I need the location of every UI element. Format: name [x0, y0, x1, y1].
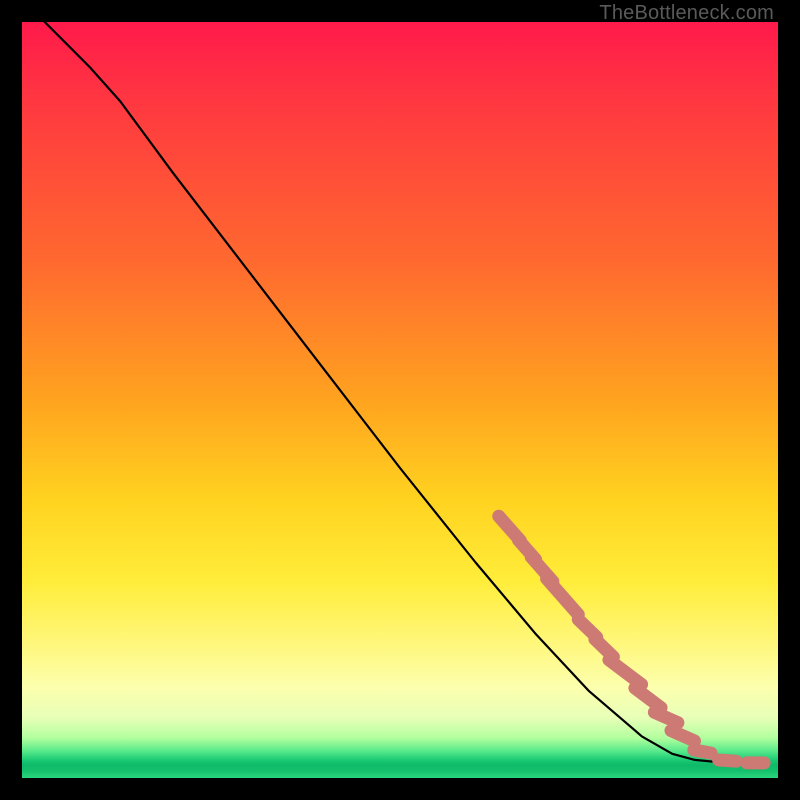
chart-overlay	[22, 22, 778, 778]
chart-markers	[490, 507, 771, 769]
chart-marker	[712, 753, 743, 768]
chart-marker	[740, 756, 771, 769]
chart-frame	[22, 22, 778, 778]
chart-curve	[45, 22, 763, 763]
watermark-text: TheBottleneck.com	[599, 2, 774, 25]
